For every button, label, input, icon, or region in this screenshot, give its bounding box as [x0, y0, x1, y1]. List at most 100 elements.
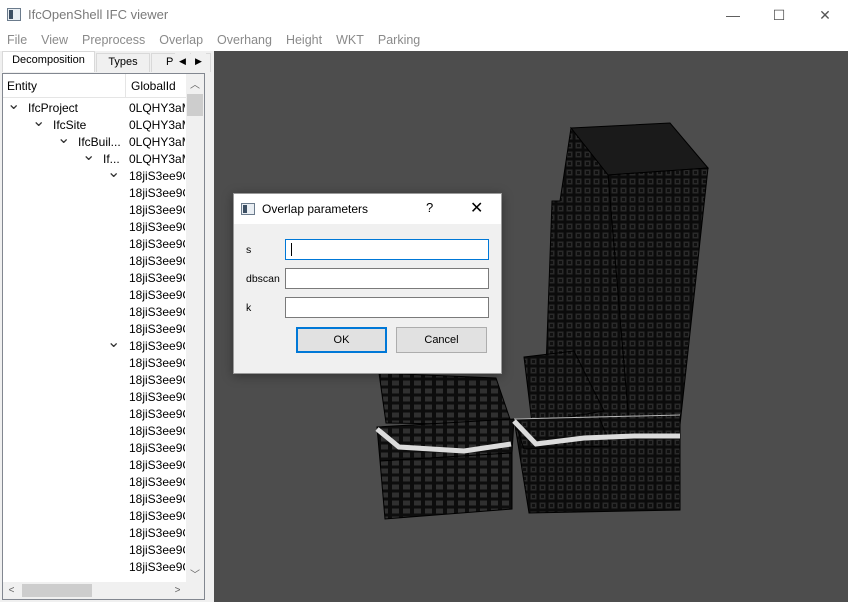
window-title: IfcOpenShell IFC viewer — [28, 7, 169, 22]
chevron-down-icon[interactable]: ⌄ — [57, 128, 70, 148]
cancel-button[interactable]: Cancel — [396, 327, 487, 353]
minimize-button[interactable]: — — [710, 0, 756, 30]
tree-globalid-label: 18jiS3ee9C — [129, 237, 185, 251]
vertical-scroll-thumb[interactable] — [187, 94, 203, 116]
tree-rows: ⌄IfcProject0LQHY3aM⌄IfcSite0LQHY3aM⌄IfcB… — [3, 100, 186, 574]
text-caret — [291, 243, 292, 256]
tree-row[interactable]: 18jiS3ee9C — [3, 559, 186, 574]
tree-row[interactable]: ⌄IfcProject0LQHY3aM — [3, 100, 186, 117]
tab-scroll-left-icon[interactable]: ◀ — [175, 53, 190, 70]
tree-globalid-label: 0LQHY3aM — [129, 135, 185, 149]
horizontal-scrollbar[interactable]: < > — [3, 582, 186, 599]
menu-view[interactable]: View — [34, 30, 75, 51]
menu-overlap[interactable]: Overlap — [152, 30, 210, 51]
scroll-up-icon[interactable]: ︿ — [186, 74, 204, 92]
tree-globalid-label: 18jiS3ee9C — [129, 458, 185, 472]
help-icon[interactable]: ? — [426, 200, 433, 215]
tree-row[interactable]: 18jiS3ee9C — [3, 304, 186, 321]
horizontal-scroll-thumb[interactable] — [22, 584, 92, 597]
tree-row[interactable]: 18jiS3ee9C — [3, 474, 186, 491]
title-bar: IfcOpenShell IFC viewer — ☐ ✕ — [0, 0, 848, 30]
tree-globalid-label: 18jiS3ee9C — [129, 390, 185, 404]
tree-row[interactable]: ⌄ 18jiS3ee9C — [3, 334, 186, 355]
tab-types[interactable]: Types — [96, 53, 150, 72]
close-button[interactable]: ✕ — [802, 0, 848, 30]
tree-header: Entity GlobalId — [3, 74, 186, 98]
menu-parking[interactable]: Parking — [371, 30, 427, 51]
tree-row[interactable]: 18jiS3ee9C — [3, 236, 186, 253]
left-building-base — [379, 452, 513, 520]
chevron-down-icon[interactable]: ⌄ — [32, 111, 45, 131]
tree-globalid-label: 18jiS3ee9C — [129, 407, 185, 421]
left-building-top — [378, 372, 513, 426]
menu-preprocess[interactable]: Preprocess — [75, 30, 152, 51]
menu-height[interactable]: Height — [279, 30, 329, 51]
scroll-left-icon[interactable]: < — [3, 582, 20, 599]
decomposition-tree[interactable]: Entity GlobalId ⌄IfcProject0LQHY3aM⌄IfcS… — [2, 73, 205, 600]
column-header-entity[interactable]: Entity — [7, 79, 37, 93]
tree-row[interactable]: ⌄ 18jiS3ee9C — [3, 164, 186, 185]
tab-bar: Decomposition Types P ◀ ▶ — [0, 51, 213, 72]
dialog-close-icon[interactable]: ✕ — [470, 198, 483, 218]
tree-globalid-label: 18jiS3ee9C — [129, 339, 185, 353]
tree-row[interactable]: 18jiS3ee9C — [3, 440, 186, 457]
vertical-scrollbar[interactable]: ︿ ﹀ — [186, 74, 204, 582]
scroll-right-icon[interactable]: > — [169, 582, 186, 599]
tree-row[interactable]: 18jiS3ee9C — [3, 542, 186, 559]
dialog-app-icon — [241, 203, 255, 215]
tree-row[interactable]: ⌄If...0LQHY3aM — [3, 147, 186, 168]
tab-decomposition[interactable]: Decomposition — [2, 51, 95, 72]
menu-file[interactable]: File — [0, 30, 34, 51]
tree-row[interactable]: 18jiS3ee9C — [3, 525, 186, 542]
tree-row[interactable]: 18jiS3ee9C — [3, 270, 186, 287]
maximize-button[interactable]: ☐ — [756, 0, 802, 30]
tree-row[interactable]: 18jiS3ee9C — [3, 423, 186, 440]
tree-globalid-label: 18jiS3ee9C — [129, 560, 185, 574]
tree-globalid-label: 18jiS3ee9C — [129, 509, 185, 523]
tree-globalid-label: 18jiS3ee9C — [129, 203, 185, 217]
tree-row[interactable]: ⌄IfcSite0LQHY3aM — [3, 113, 186, 134]
tree-row[interactable]: 18jiS3ee9C — [3, 406, 186, 423]
tree-row[interactable]: 18jiS3ee9C — [3, 508, 186, 525]
dialog-title-bar[interactable]: Overlap parameters ? ✕ — [234, 194, 501, 224]
tree-globalid-label: 0LQHY3aM — [129, 118, 185, 132]
chevron-down-icon[interactable]: ⌄ — [82, 145, 95, 165]
tree-globalid-label: 18jiS3ee9C — [129, 169, 185, 183]
tree-row[interactable]: 18jiS3ee9C — [3, 287, 186, 304]
tab-scroll-right-icon[interactable]: ▶ — [191, 53, 206, 70]
tree-row[interactable]: 18jiS3ee9C — [3, 372, 186, 389]
tree-row[interactable]: 18jiS3ee9C — [3, 457, 186, 474]
tree-globalid-label: 18jiS3ee9C — [129, 186, 185, 200]
k-input[interactable] — [285, 297, 489, 318]
menu-overhang[interactable]: Overhang — [210, 30, 279, 51]
dbscan-input[interactable] — [285, 268, 489, 289]
scroll-down-icon[interactable]: ﹀ — [186, 564, 204, 582]
tree-globalid-label: 0LQHY3aM — [129, 152, 185, 166]
tree-globalid-label: 18jiS3ee9C — [129, 475, 185, 489]
tree-globalid-label: 18jiS3ee9C — [129, 492, 185, 506]
tree-globalid-label: 18jiS3ee9C — [129, 288, 185, 302]
tree-row[interactable]: 18jiS3ee9C — [3, 202, 186, 219]
ok-button[interactable]: OK — [296, 327, 387, 353]
tree-row[interactable]: 18jiS3ee9C — [3, 321, 186, 338]
tree-globalid-label: 18jiS3ee9C — [129, 373, 185, 387]
column-divider[interactable] — [125, 74, 126, 98]
left-panel: Decomposition Types P ◀ ▶ Entity GlobalI… — [0, 51, 213, 602]
menu-bar: File View Preprocess Overlap Overhang He… — [0, 30, 848, 51]
tree-row[interactable]: 18jiS3ee9C — [3, 185, 186, 202]
tree-row[interactable]: 18jiS3ee9C — [3, 389, 186, 406]
chevron-down-icon[interactable]: ⌄ — [7, 100, 20, 114]
tree-row[interactable]: 18jiS3ee9C — [3, 355, 186, 372]
tree-row[interactable]: 18jiS3ee9C — [3, 253, 186, 270]
menu-wkt[interactable]: WKT — [329, 30, 371, 51]
tree-globalid-label: 18jiS3ee9C — [129, 526, 185, 540]
scroll-corner — [186, 582, 204, 599]
tree-globalid-label: 18jiS3ee9C — [129, 305, 185, 319]
tree-row[interactable]: 18jiS3ee9C — [3, 219, 186, 236]
chevron-down-icon[interactable]: ⌄ — [107, 332, 120, 352]
overlap-parameters-dialog: Overlap parameters ? ✕ s dbscan k OK Can… — [233, 193, 502, 374]
column-header-globalid[interactable]: GlobalId — [131, 79, 176, 93]
s-input[interactable] — [285, 239, 489, 260]
tree-row[interactable]: 18jiS3ee9C — [3, 491, 186, 508]
chevron-down-icon[interactable]: ⌄ — [107, 162, 120, 182]
